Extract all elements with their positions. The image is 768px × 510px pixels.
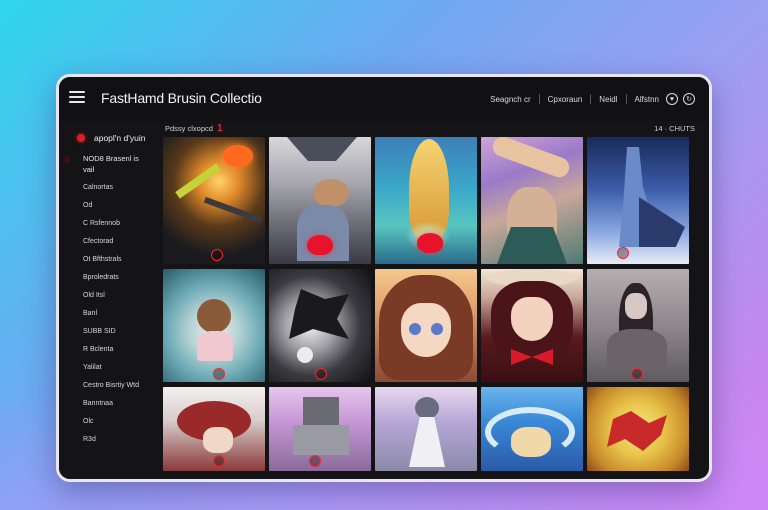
- figure-body: [409, 417, 445, 467]
- shard: [175, 163, 221, 199]
- top-nav: Seagnch cr Cpxoraun Neidl Alfstnn ♥ ↻: [482, 93, 695, 105]
- tile-pink-robot[interactable]: [269, 387, 371, 471]
- favorite-icon[interactable]: ♥: [666, 93, 678, 105]
- gallery-toolbar: Pdssy clxopcd 1 14 · CHUTS: [163, 121, 695, 135]
- nav-item-search[interactable]: Seagnch cr: [482, 95, 538, 104]
- figure: [511, 427, 551, 457]
- heart-icon[interactable]: [213, 368, 225, 380]
- tile-girl-heart-bowl[interactable]: [269, 137, 371, 264]
- menu-icon[interactable]: [69, 91, 85, 103]
- sidebar-item-active[interactable]: apopl'n d'yuin: [59, 129, 159, 147]
- tile-yellow-red-splash[interactable]: [587, 387, 689, 471]
- tile-blue-statue[interactable]: [587, 137, 689, 264]
- sidebar-item[interactable]: Cestro Bisrtiy Wtd: [83, 377, 159, 395]
- tile-purple-figure[interactable]: [481, 137, 583, 264]
- sidebar-item[interactable]: Cfectorad: [83, 233, 159, 251]
- filter-mark: 1: [217, 122, 223, 134]
- shard: [203, 196, 263, 224]
- robot-head: [303, 397, 339, 425]
- face: [203, 427, 233, 453]
- heart-icon[interactable]: [213, 455, 225, 467]
- sidebar-item[interactable]: Banntnaa: [83, 395, 159, 413]
- tile-teal-swirl-girl[interactable]: [163, 269, 265, 382]
- sidebar: apopl'n d'yuin NOD8 Brasenl is vail Caln…: [59, 121, 159, 479]
- eye: [409, 323, 421, 335]
- sidebar-list: Calnortas Od C Rsfennob Cfectorad Ot Bft…: [59, 179, 159, 449]
- sidebar-item[interactable]: R3d: [83, 431, 159, 449]
- sidebar-item[interactable]: Yalilat: [83, 359, 159, 377]
- sidebar-item[interactable]: Od: [83, 197, 159, 215]
- header-bar: FastHamd Brusin Collectio Seagnch cr Cpx…: [59, 77, 709, 121]
- eye: [431, 323, 443, 335]
- girl-dress: [197, 331, 233, 361]
- heart-icon[interactable]: [211, 249, 223, 261]
- filter-label[interactable]: Pdssy clxopcd 1: [163, 123, 223, 134]
- face: [511, 297, 553, 341]
- filter-label-text: Pdssy clxopcd: [165, 123, 213, 133]
- heart-icon[interactable]: [315, 368, 327, 380]
- sidebar-item[interactable]: R Bclenta: [83, 341, 159, 359]
- heart-glow: [417, 233, 443, 253]
- girl-hair: [197, 299, 231, 333]
- share-icon[interactable]: ↻: [683, 93, 695, 105]
- sidebar-item[interactable]: Bproledrats: [83, 269, 159, 287]
- tile-long-hair-sketch[interactable]: [587, 269, 689, 382]
- tile-anime-girl-brown-hair[interactable]: [375, 269, 477, 382]
- section-dot-icon: [63, 156, 70, 163]
- tile-anime-girl-laughing[interactable]: [481, 269, 583, 382]
- tile-explosion-fire[interactable]: [163, 137, 265, 264]
- sidebar-section[interactable]: NOD8 Brasenl is vail: [59, 147, 159, 175]
- heart-icon[interactable]: [617, 247, 629, 259]
- active-dot-icon: [77, 134, 85, 142]
- face: [625, 293, 647, 319]
- nav-item-explore[interactable]: Cpxoraun: [540, 95, 591, 104]
- tile-golden-hair-glow[interactable]: [375, 137, 477, 264]
- sidebar-item[interactable]: Olc: [83, 413, 159, 431]
- nav-item-new[interactable]: Neidl: [591, 95, 625, 104]
- sidebar-active-label: apopl'n d'yuin: [94, 133, 146, 143]
- heart-icon[interactable]: [309, 455, 321, 467]
- sidebar-item[interactable]: Old Itsl: [83, 287, 159, 305]
- heart-icon[interactable]: [631, 368, 643, 380]
- app-title: FastHamd Brusin Collectio: [101, 90, 262, 106]
- body: [607, 329, 667, 369]
- splash-red: [607, 411, 667, 451]
- main-content: Pdssy clxopcd 1 14 · CHUTS: [163, 121, 709, 479]
- nav-item-account[interactable]: Alfstnn: [627, 95, 661, 104]
- tile-blue-wave-figure[interactable]: [481, 387, 583, 471]
- result-count: 14 · CHUTS: [654, 123, 695, 133]
- heart-bowl: [307, 235, 333, 255]
- sidebar-item[interactable]: C Rsfennob: [83, 215, 159, 233]
- splash: [289, 289, 349, 339]
- fire-burst: [223, 145, 253, 167]
- tile-pastel-figure[interactable]: [375, 387, 477, 471]
- hair: [313, 179, 349, 207]
- sidebar-item[interactable]: Calnortas: [83, 179, 159, 197]
- app-window: FastHamd Brusin Collectio Seagnch cr Cpx…: [56, 74, 712, 482]
- sidebar-item[interactable]: SUBB SID: [83, 323, 159, 341]
- tile-red-hair-sketch[interactable]: [163, 387, 265, 471]
- statue-cape: [639, 197, 685, 247]
- image-grid: [163, 137, 689, 471]
- umbrella: [287, 137, 357, 161]
- sidebar-item[interactable]: Ot Bfthstrals: [83, 251, 159, 269]
- robot-body: [293, 425, 349, 455]
- figure-arm: [489, 137, 573, 181]
- figure-head: [415, 397, 439, 419]
- orb: [297, 347, 313, 363]
- sidebar-section-label: NOD8 Brasenl is vail: [83, 154, 139, 174]
- tile-black-white-splash[interactable]: [269, 269, 371, 382]
- sidebar-item[interactable]: Banl: [83, 305, 159, 323]
